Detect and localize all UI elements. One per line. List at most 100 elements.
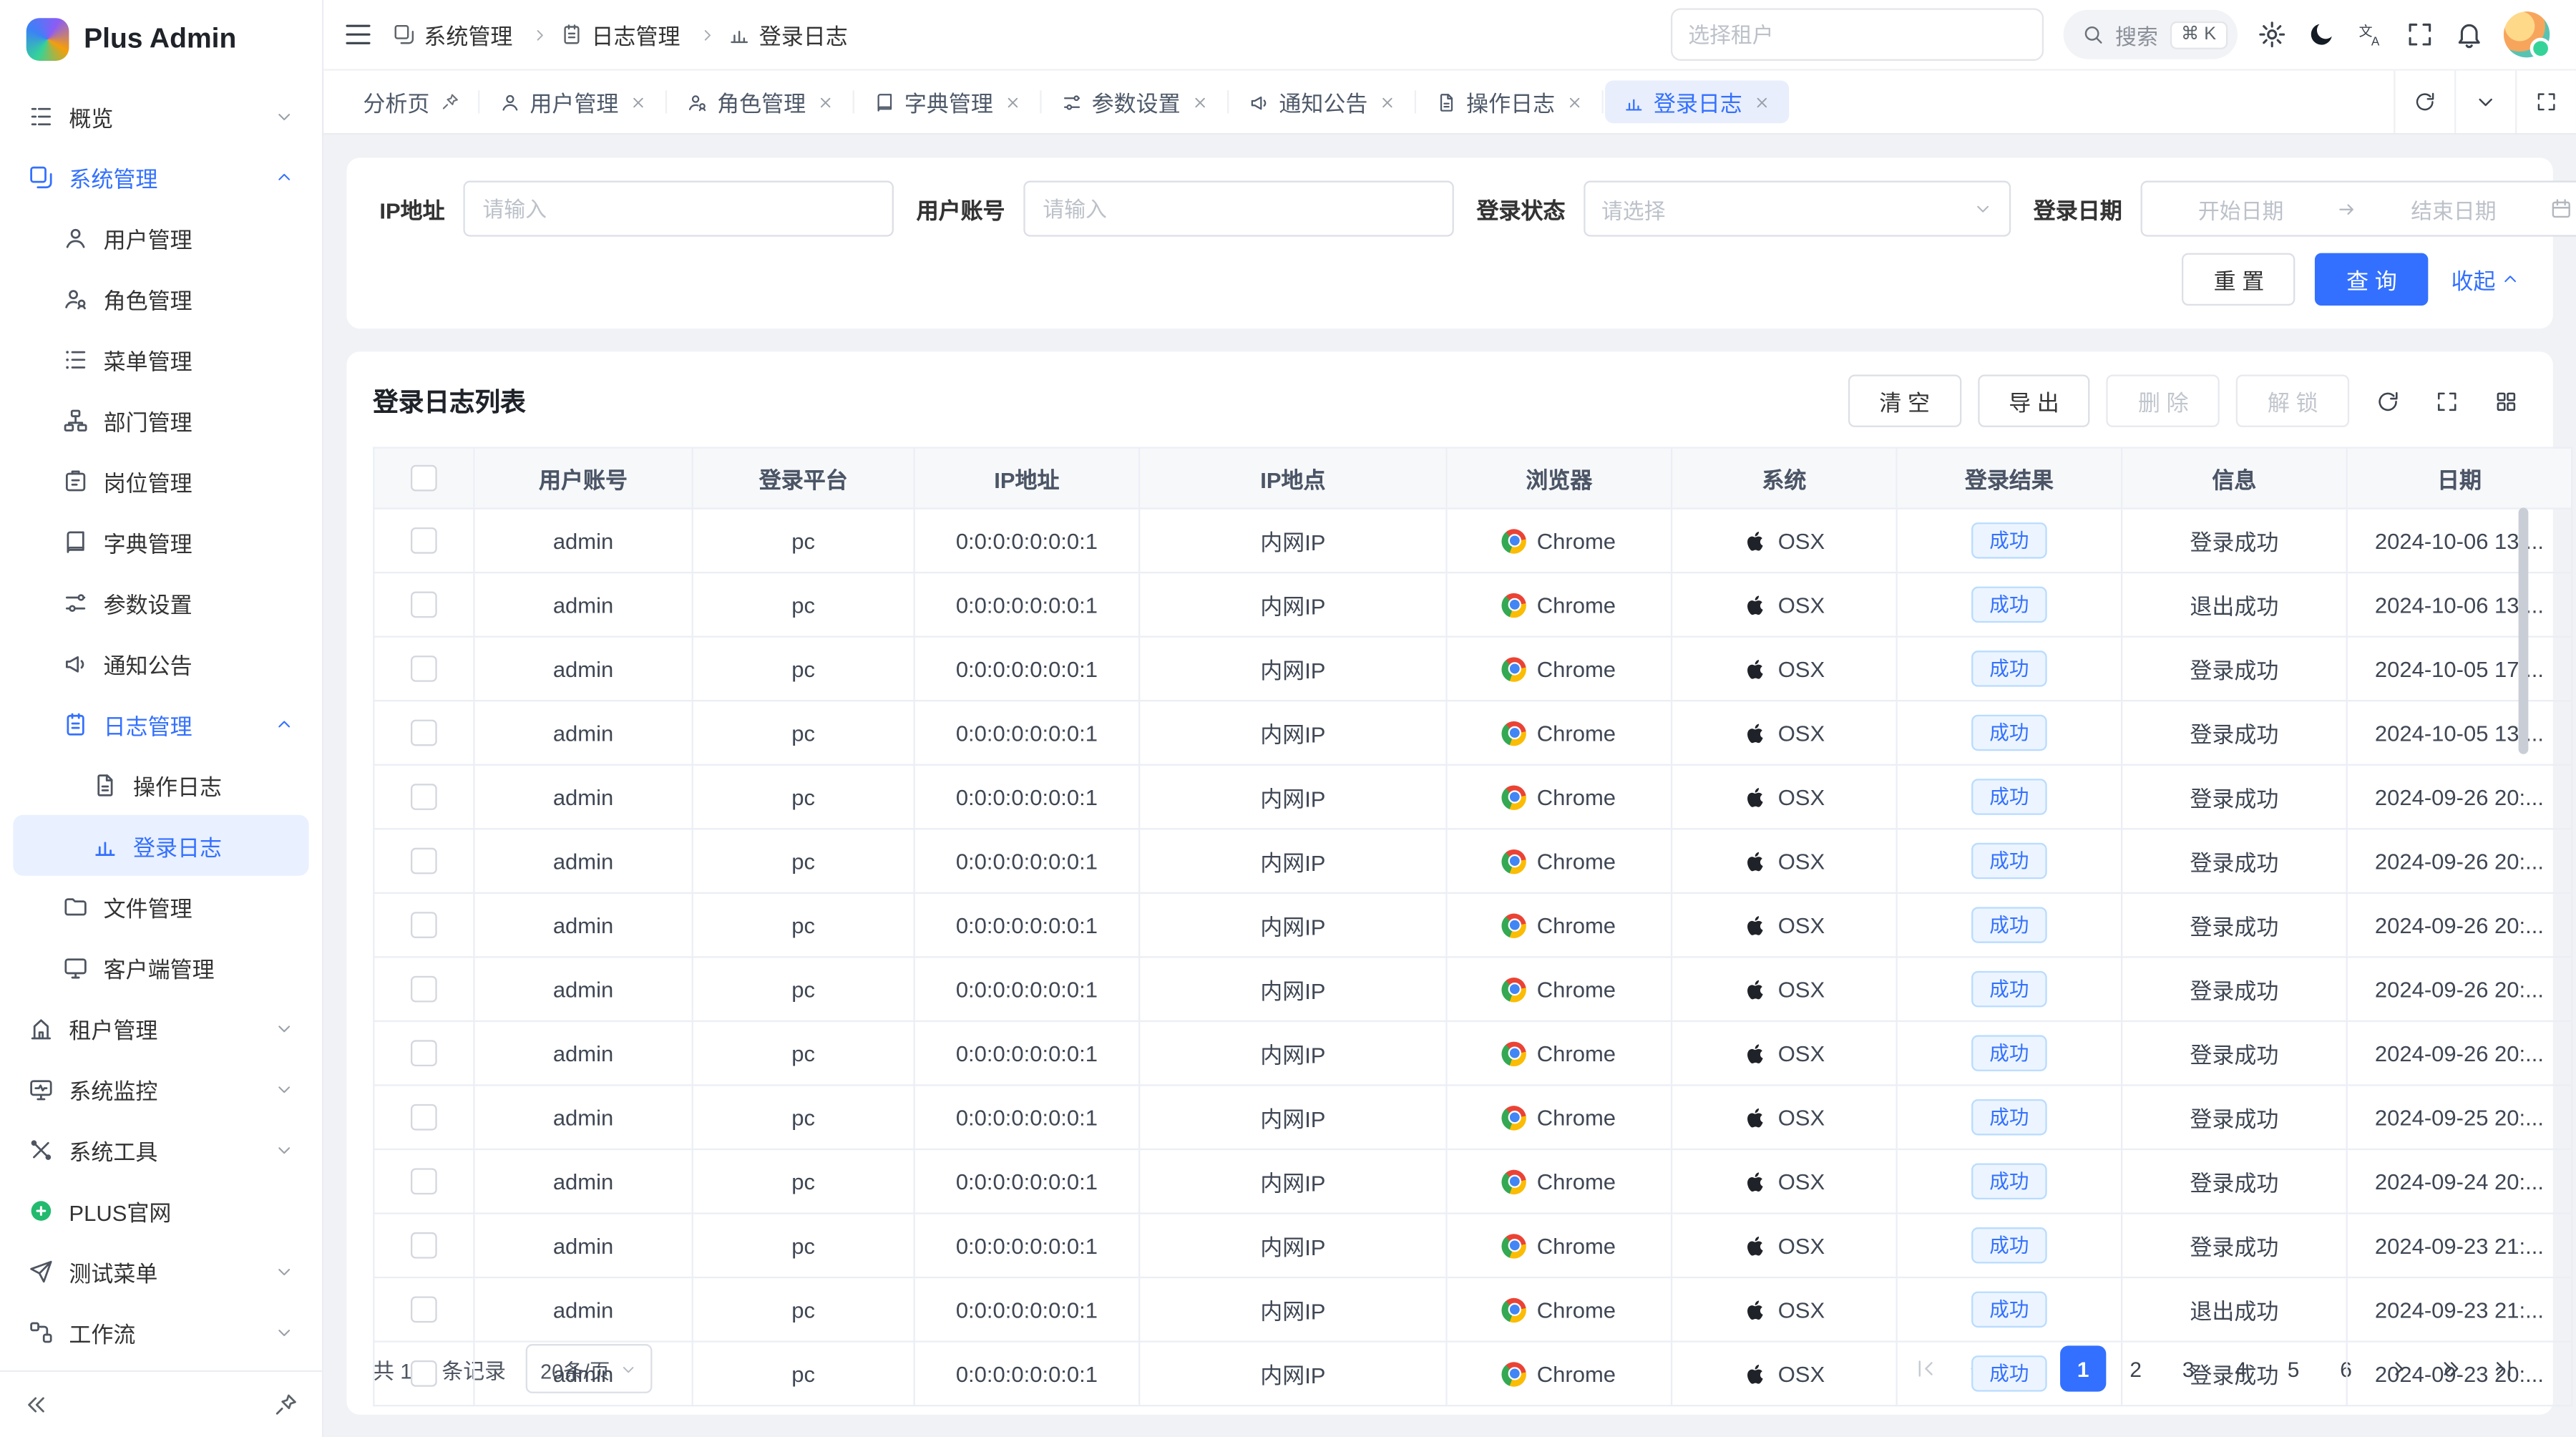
date-range-picker[interactable]: 开始日期 结束日期	[2140, 181, 2576, 237]
tab[interactable]: 登录日志	[1604, 80, 1788, 123]
account-input[interactable]	[1023, 181, 1454, 237]
row-checkbox[interactable]	[411, 1232, 437, 1259]
chrome-icon	[1503, 978, 1527, 1002]
column-header[interactable]: 登录平台	[693, 448, 914, 509]
export-button[interactable]: 导 出	[1978, 374, 2091, 427]
row-checkbox[interactable]	[411, 720, 437, 746]
cell-os: OSX	[1672, 637, 1897, 701]
breadcrumb-item[interactable]: 日志管理	[560, 18, 716, 51]
row-checkbox[interactable]	[411, 1041, 437, 1067]
sidebar-item[interactable]: 菜单管理	[13, 328, 308, 389]
clear-button[interactable]: 清 空	[1848, 374, 1961, 427]
column-header[interactable]: 浏览器	[1447, 448, 1672, 509]
sidebar-item-label: 用户管理	[104, 221, 294, 254]
tab-options-button[interactable]	[2454, 71, 2515, 133]
column-header[interactable]: 日期	[2347, 448, 2572, 509]
content-fullscreen-button[interactable]	[2515, 71, 2576, 133]
tab-close-icon[interactable]	[628, 93, 646, 111]
column-header[interactable]: 用户账号	[474, 448, 692, 509]
fullscreen-button[interactable]	[2405, 20, 2434, 49]
sidebar-item[interactable]: 角色管理	[13, 268, 308, 328]
status-select[interactable]: 请选择	[1584, 181, 2011, 237]
breadcrumb-item[interactable]: 登录日志	[728, 18, 848, 51]
delete-button[interactable]: 删 除	[2107, 374, 2220, 427]
table-fullscreen-button[interactable]	[2425, 379, 2468, 422]
refresh-list-button[interactable]	[2366, 379, 2409, 422]
sidebar-item[interactable]: 文件管理	[13, 876, 308, 937]
collapse-filters-link[interactable]: 收起	[2451, 263, 2519, 296]
global-search-button[interactable]: 搜索 ⌘ K	[2063, 10, 2238, 59]
tab-close-icon[interactable]	[816, 93, 834, 111]
column-header[interactable]: 信息	[2122, 448, 2347, 509]
tab[interactable]: 用户管理	[481, 80, 665, 123]
reset-button[interactable]: 重 置	[2182, 253, 2296, 306]
sidebar-item[interactable]: 通知公告	[13, 633, 308, 693]
tab-close-icon[interactable]	[1190, 93, 1208, 111]
sidebar-item[interactable]: 租户管理	[13, 998, 308, 1058]
settings-button[interactable]	[2258, 20, 2287, 49]
query-button[interactable]: 查 询	[2315, 253, 2428, 306]
row-checkbox[interactable]	[411, 1297, 437, 1323]
tab-pin-icon[interactable]	[439, 92, 459, 112]
sidebar-item[interactable]: 登录日志	[13, 815, 308, 876]
row-checkbox[interactable]	[411, 1104, 437, 1131]
menu-toggle-button[interactable]	[343, 20, 373, 49]
tab[interactable]: 角色管理	[668, 80, 852, 123]
column-settings-button[interactable]	[2484, 379, 2527, 422]
user-avatar[interactable]	[2504, 11, 2550, 57]
sidebar-item[interactable]: 参数设置	[13, 572, 308, 633]
tab[interactable]: 参数设置	[1043, 80, 1226, 123]
language-toggle[interactable]	[2356, 20, 2385, 49]
tab[interactable]: 操作日志	[1417, 80, 1601, 123]
row-checkbox[interactable]	[411, 527, 437, 554]
row-checkbox[interactable]	[411, 592, 437, 618]
column-header[interactable]: 系统	[1672, 448, 1897, 509]
sidebar-item[interactable]: 客户端管理	[13, 937, 308, 998]
cell-browser: Chrome	[1447, 1149, 1672, 1214]
vertical-scrollbar[interactable]	[2519, 507, 2529, 754]
chrome-icon	[1503, 913, 1527, 937]
column-header[interactable]: IP地点	[1139, 448, 1446, 509]
row-checkbox[interactable]	[411, 1169, 437, 1195]
sidebar-item[interactable]: 部门管理	[13, 389, 308, 450]
sidebar-item[interactable]: 字典管理	[13, 511, 308, 572]
row-checkbox[interactable]	[411, 912, 437, 939]
unlock-button[interactable]: 解 锁	[2236, 374, 2349, 427]
tab[interactable]: 字典管理	[855, 80, 1039, 123]
sidebar-item[interactable]: 系统管理	[13, 146, 308, 207]
sidebar-item[interactable]: 日志管理	[13, 693, 308, 754]
cell-browser: Chrome	[1447, 893, 1672, 958]
ip-input[interactable]	[463, 181, 894, 237]
column-header[interactable]: IP地址	[914, 448, 1140, 509]
tab-close-icon[interactable]	[1003, 93, 1021, 111]
sidebar-item[interactable]: 概览	[13, 85, 308, 146]
row-checkbox[interactable]	[411, 656, 437, 683]
sidebar-item[interactable]: 系统工具	[13, 1119, 308, 1180]
sidebar-item[interactable]: 系统监控	[13, 1058, 308, 1119]
breadcrumb-item[interactable]: 系统管理	[393, 18, 549, 51]
row-checkbox[interactable]	[411, 1361, 437, 1388]
tab[interactable]: 通知公告	[1229, 80, 1413, 123]
sidebar-item[interactable]: PLUS官网	[13, 1179, 308, 1240]
row-checkbox[interactable]	[411, 976, 437, 1003]
sidebar-item[interactable]: 操作日志	[13, 754, 308, 815]
app-logo[interactable]: Plus Admin	[0, 0, 322, 79]
pin-sidebar-button[interactable]	[273, 1392, 299, 1418]
row-checkbox[interactable]	[411, 784, 437, 811]
column-header[interactable]: 登录结果	[1897, 448, 2122, 509]
sidebar-item[interactable]: 测试菜单	[13, 1240, 308, 1301]
collapse-sidebar-button[interactable]	[23, 1392, 49, 1418]
tab[interactable]: 分析页	[345, 80, 477, 123]
row-checkbox[interactable]	[411, 848, 437, 875]
select-all-checkbox[interactable]	[411, 465, 437, 492]
tenant-select-input[interactable]	[1670, 8, 2043, 60]
tab-close-icon[interactable]	[1752, 93, 1770, 111]
refresh-page-button[interactable]	[2394, 71, 2454, 133]
tab-close-icon[interactable]	[1565, 93, 1583, 111]
sidebar-item[interactable]: 工作流	[13, 1301, 308, 1362]
dark-mode-toggle[interactable]	[2306, 20, 2336, 49]
tab-close-icon[interactable]	[1377, 93, 1395, 111]
sidebar-item[interactable]: 岗位管理	[13, 450, 308, 511]
notifications-button[interactable]	[2454, 20, 2484, 49]
sidebar-item[interactable]: 用户管理	[13, 207, 308, 268]
